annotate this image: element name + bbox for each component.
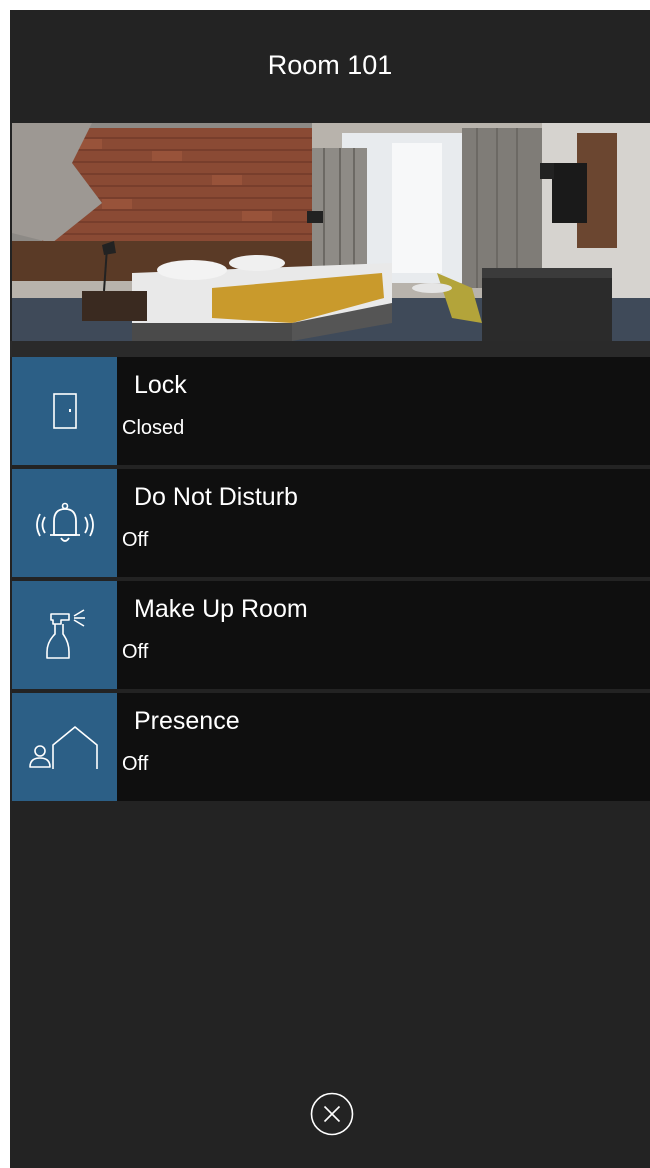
page-title: Room 101	[267, 50, 393, 80]
control-label: Presence	[134, 707, 240, 735]
spray-bottle-icon	[39, 606, 91, 664]
door-icon	[48, 390, 82, 432]
room-photo	[12, 123, 650, 341]
do-not-disturb-tile[interactable]	[12, 469, 117, 577]
close-circle-icon	[310, 1092, 354, 1140]
control-status: Off	[122, 753, 149, 775]
lock-tile[interactable]	[12, 357, 117, 465]
control-status: Off	[122, 641, 149, 663]
control-row-lock[interactable]: Lock Closed	[12, 357, 650, 465]
control-label: Do Not Disturb	[134, 483, 298, 511]
control-row-make-up-room[interactable]: Make Up Room Off	[12, 581, 650, 689]
control-label: Lock	[134, 371, 187, 399]
header: Room 101	[10, 10, 650, 123]
control-status: Closed	[122, 417, 185, 439]
room-panel: Room 101 Lock Closed Do Not Disturb Off …	[10, 10, 650, 1168]
control-label: Make Up Room	[134, 595, 308, 623]
control-row-do-not-disturb[interactable]: Do Not Disturb Off	[12, 469, 650, 577]
presence-tile[interactable]	[12, 693, 117, 801]
divider	[10, 341, 650, 357]
control-status: Off	[122, 529, 149, 551]
control-row-presence[interactable]: Presence Off	[12, 693, 650, 801]
ringing-bell-icon	[30, 497, 100, 549]
room-controls-list: Lock Closed Do Not Disturb Off Make Up R…	[12, 357, 650, 805]
person-house-icon	[25, 721, 105, 773]
close-button[interactable]	[310, 1092, 354, 1136]
make-up-room-tile[interactable]	[12, 581, 117, 689]
